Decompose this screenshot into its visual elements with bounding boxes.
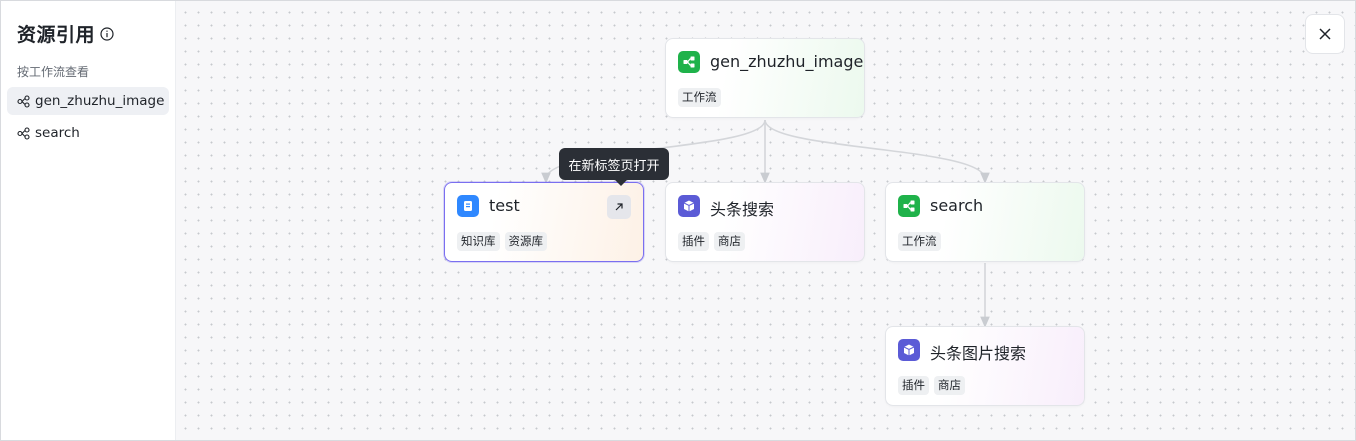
tag-list: 插件 商店 — [678, 232, 745, 251]
workflow-icon — [678, 51, 700, 73]
tooltip-arrow — [615, 180, 627, 186]
graph-canvas[interactable]: gen_zhuzhu_image 工作流 test 知识库 资源库 头条搜索 插… — [176, 1, 1355, 440]
tag: 商店 — [714, 232, 745, 251]
sidebar-item-search[interactable]: search — [7, 119, 169, 147]
node-gen-zhuzhu-image[interactable]: gen_zhuzhu_image 工作流 — [665, 38, 865, 118]
book-icon — [457, 195, 479, 217]
tag: 知识库 — [457, 232, 500, 251]
tag: 插件 — [898, 376, 929, 395]
node-title: 头条图片搜索 — [930, 344, 1027, 363]
workflow-icon — [898, 195, 920, 217]
open-in-new-tab-tooltip: 在新标签页打开 — [559, 148, 669, 180]
tag-list: 工作流 — [898, 232, 941, 251]
sidebar-item-gen-zhuzhu-image[interactable]: gen_zhuzhu_image — [7, 87, 169, 115]
workflow-icon — [17, 126, 30, 140]
node-title: 头条搜索 — [710, 200, 775, 219]
sidebar-item-label: search — [35, 125, 80, 141]
node-title: test — [489, 196, 520, 215]
sidebar-item-label: gen_zhuzhu_image — [35, 93, 165, 109]
node-test[interactable]: test 知识库 资源库 — [444, 182, 644, 262]
sidebar-title-text: 资源引用 — [17, 24, 96, 46]
close-button[interactable] — [1305, 14, 1345, 54]
tag-list: 插件 商店 — [898, 376, 965, 395]
sidebar-title: 资源引用 — [17, 20, 114, 47]
tag-list: 知识库 资源库 — [457, 232, 547, 251]
node-title: gen_zhuzhu_image — [710, 52, 864, 71]
info-icon[interactable] — [100, 26, 114, 41]
node-toutiao-image-search[interactable]: 头条图片搜索 插件 商店 — [885, 326, 1085, 406]
tag: 工作流 — [898, 232, 941, 251]
tag: 工作流 — [678, 88, 721, 107]
cube-icon — [678, 195, 700, 217]
arrow-up-right-icon — [613, 201, 625, 213]
workflow-icon — [17, 94, 30, 108]
tag: 插件 — [678, 232, 709, 251]
tag: 资源库 — [504, 232, 547, 251]
node-toutiao-search[interactable]: 头条搜索 插件 商店 — [665, 182, 865, 262]
node-title: search — [930, 196, 984, 215]
resource-reference-panel: 资源引用 按工作流查看 gen_zhuzhu_image search gen_… — [0, 0, 1356, 441]
sidebar-subtitle: 按工作流查看 — [17, 65, 90, 79]
tag: 商店 — [934, 376, 965, 395]
tag-list: 工作流 — [678, 88, 721, 107]
sidebar: 资源引用 按工作流查看 gen_zhuzhu_image search — [1, 1, 176, 440]
close-icon — [1318, 27, 1332, 41]
open-in-new-tab-button[interactable] — [607, 195, 631, 219]
cube-icon — [898, 339, 920, 361]
node-search[interactable]: search 工作流 — [885, 182, 1085, 262]
